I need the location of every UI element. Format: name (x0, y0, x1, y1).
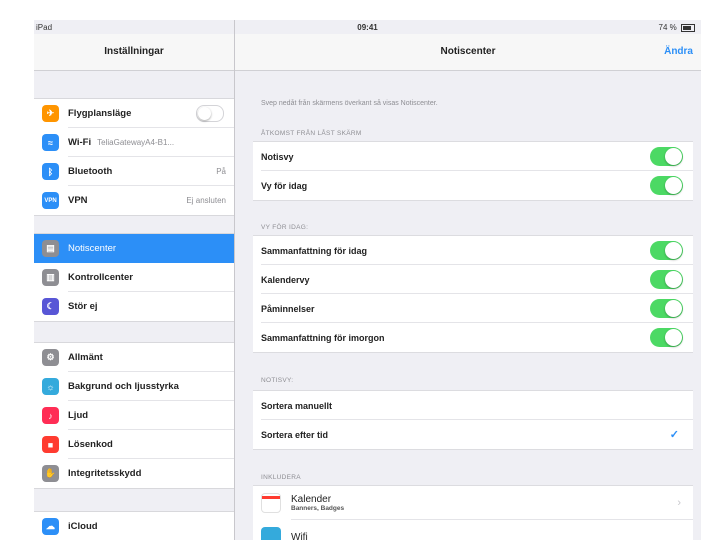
today-view-toggle[interactable] (650, 176, 683, 195)
edit-button[interactable]: Ändra (664, 34, 693, 70)
vpn-icon: VPN (42, 192, 59, 209)
row-notification-view: Notisvy (253, 142, 693, 171)
ipad-screen: iPad 09:41 74 % Inställningar ✈ Flygplan… (34, 20, 701, 540)
battery-indicator: 74 % (659, 23, 695, 32)
today-summary-toggle[interactable] (650, 241, 683, 260)
airplane-mode-toggle[interactable] (196, 105, 224, 122)
sidebar-item-airplane-mode[interactable]: ✈ Flygplansläge (34, 99, 234, 128)
chevron-right-icon: › (677, 497, 681, 509)
do-not-disturb-icon: ☾ (42, 298, 59, 315)
sidebar-item-label: iCloud (68, 521, 98, 532)
row-label: Sammanfattning för idag (261, 245, 368, 256)
row-calendar-view: Kalendervy (253, 265, 693, 294)
sidebar-item-general[interactable]: ⚙ Allmänt (34, 343, 234, 372)
row-label: Sortera manuellt (261, 400, 333, 411)
app-row-calendar[interactable]: Kalender Banners, Badges › (253, 486, 693, 520)
row-today-summary: Sammanfattning för idag (253, 236, 693, 265)
sidebar-item-label: VPN (68, 195, 88, 206)
vpn-value: Ej ansluten (186, 196, 226, 205)
sidebar-item-label: Kontrollcenter (68, 272, 133, 283)
sidebar-group-accounts: ☁ iCloud (34, 511, 234, 540)
wifi-icon: ≈ (42, 134, 59, 151)
checkmark-icon: ✓ (669, 429, 679, 441)
lock-icon: ■ (42, 436, 59, 453)
sound-icon: ♪ (42, 407, 59, 424)
sidebar-item-label: Stör ej (68, 301, 98, 312)
sort-group: Sortera manuellt Sortera efter tid ✓ (253, 390, 693, 450)
bluetooth-value: På (216, 167, 226, 176)
notification-view-toggle[interactable] (650, 147, 683, 166)
notification-center-icon: ▤ (42, 240, 59, 257)
row-today-view: Vy för idag (253, 171, 693, 200)
row-sort-by-time[interactable]: Sortera efter tid ✓ (253, 420, 693, 449)
sidebar-item-vpn[interactable]: VPN VPN Ej ansluten (34, 186, 234, 215)
app-name: Kalender (291, 494, 332, 505)
sidebar-item-label: Notiscenter (68, 243, 117, 254)
row-tomorrow-summary: Sammanfattning för imorgon (253, 323, 693, 352)
lock-screen-group: Notisvy Vy för idag (253, 141, 693, 201)
clock: 09:41 (357, 23, 378, 32)
section-header-notification-view: NOTISVY: (261, 377, 294, 384)
battery-icon (681, 23, 695, 32)
row-sort-manually[interactable]: Sortera manuellt (253, 391, 693, 420)
today-view-group: Sammanfattning för idag Kalendervy Påmin… (253, 235, 693, 353)
sidebar-item-label: Bluetooth (68, 166, 113, 177)
sidebar-item-label: Integritetsskydd (68, 468, 142, 479)
row-label: Påminnelser (261, 303, 315, 314)
sidebar-item-label: Wi-Fi (68, 137, 92, 148)
include-apps-group: Kalender Banners, Badges › Wifi (253, 485, 693, 540)
sidebar-item-privacy[interactable]: ✋ Integritetsskydd (34, 459, 234, 488)
sidebar-group-connectivity: ✈ Flygplansläge ≈ Wi-Fi TeliaGatewayA4-B… (34, 98, 234, 216)
bluetooth-icon: ᛒ (42, 163, 59, 180)
detail-title: Notiscenter (440, 46, 496, 57)
app-row-wifi[interactable]: Wifi (253, 520, 693, 540)
tomorrow-summary-toggle[interactable] (650, 328, 683, 347)
sidebar-item-label: Allmänt (68, 352, 103, 363)
calendar-view-toggle[interactable] (650, 270, 683, 289)
pull-down-hint: Svep nedåt från skärmens överkant så vis… (261, 100, 438, 107)
sidebar-item-icloud[interactable]: ☁ iCloud (34, 512, 234, 540)
app-name: Wifi (291, 531, 308, 541)
notification-center-detail: Notiscenter Ändra Svep nedåt från skärme… (235, 20, 701, 540)
icloud-icon: ☁ (42, 518, 59, 535)
sidebar-title: Inställningar (34, 34, 234, 71)
sidebar-item-label: Bakgrund och ljusstyrka (68, 381, 179, 392)
row-label: Kalendervy (261, 274, 310, 285)
reminders-toggle[interactable] (650, 299, 683, 318)
battery-percent: 74 % (658, 23, 677, 32)
sidebar-item-label: Lösenkod (68, 439, 113, 450)
detail-nav-bar: Notiscenter Ändra (235, 34, 701, 71)
airplane-icon: ✈ (42, 105, 59, 122)
wifi-network-value: TeliaGatewayA4-B1... (97, 138, 175, 147)
row-label: Sortera efter tid (261, 429, 329, 440)
sidebar-item-wifi[interactable]: ≈ Wi-Fi TeliaGatewayA4-B1... (34, 128, 234, 157)
calendar-icon (261, 493, 281, 513)
sidebar-item-wallpaper-brightness[interactable]: ☼ Bakgrund och ljusstyrka (34, 372, 234, 401)
section-header-include: INKLUDERA (261, 474, 301, 481)
sidebar-item-label: Flygplansläge (68, 108, 132, 119)
brightness-icon: ☼ (42, 378, 59, 395)
sidebar-group-general: ⚙ Allmänt ☼ Bakgrund och ljusstyrka ♪ Lj… (34, 342, 234, 489)
row-reminders: Påminnelser (253, 294, 693, 323)
section-header-lock-screen: ÅTKOMST FRÅN LÅST SKÄRM (261, 130, 362, 137)
sidebar-item-control-center[interactable]: ▥ Kontrollcenter (34, 263, 234, 292)
sidebar-item-passcode[interactable]: ■ Lösenkod (34, 430, 234, 459)
row-label: Notisvy (261, 151, 294, 162)
sidebar-group-notifications: ▤ Notiscenter ▥ Kontrollcenter ☾ Stör ej (34, 233, 234, 322)
settings-sidebar: Inställningar ✈ Flygplansläge ≈ Wi-Fi Te… (34, 20, 235, 540)
app-icon (261, 527, 281, 540)
control-center-icon: ▥ (42, 269, 59, 286)
sidebar-item-bluetooth[interactable]: ᛒ Bluetooth På (34, 157, 234, 186)
sidebar-item-sound[interactable]: ♪ Ljud (34, 401, 234, 430)
row-label: Vy för idag (261, 180, 308, 191)
section-header-today-view: VY FÖR IDAG: (261, 224, 309, 231)
status-bar: iPad 09:41 74 % (34, 20, 701, 34)
sidebar-item-do-not-disturb[interactable]: ☾ Stör ej (34, 292, 234, 321)
app-alert-style: Banners, Badges (291, 505, 345, 512)
sidebar-item-notification-center[interactable]: ▤ Notiscenter (34, 234, 234, 263)
row-label: Sammanfattning för imorgon (261, 332, 385, 343)
privacy-icon: ✋ (42, 465, 59, 482)
sidebar-item-label: Ljud (68, 410, 89, 421)
gear-icon: ⚙ (42, 349, 59, 366)
